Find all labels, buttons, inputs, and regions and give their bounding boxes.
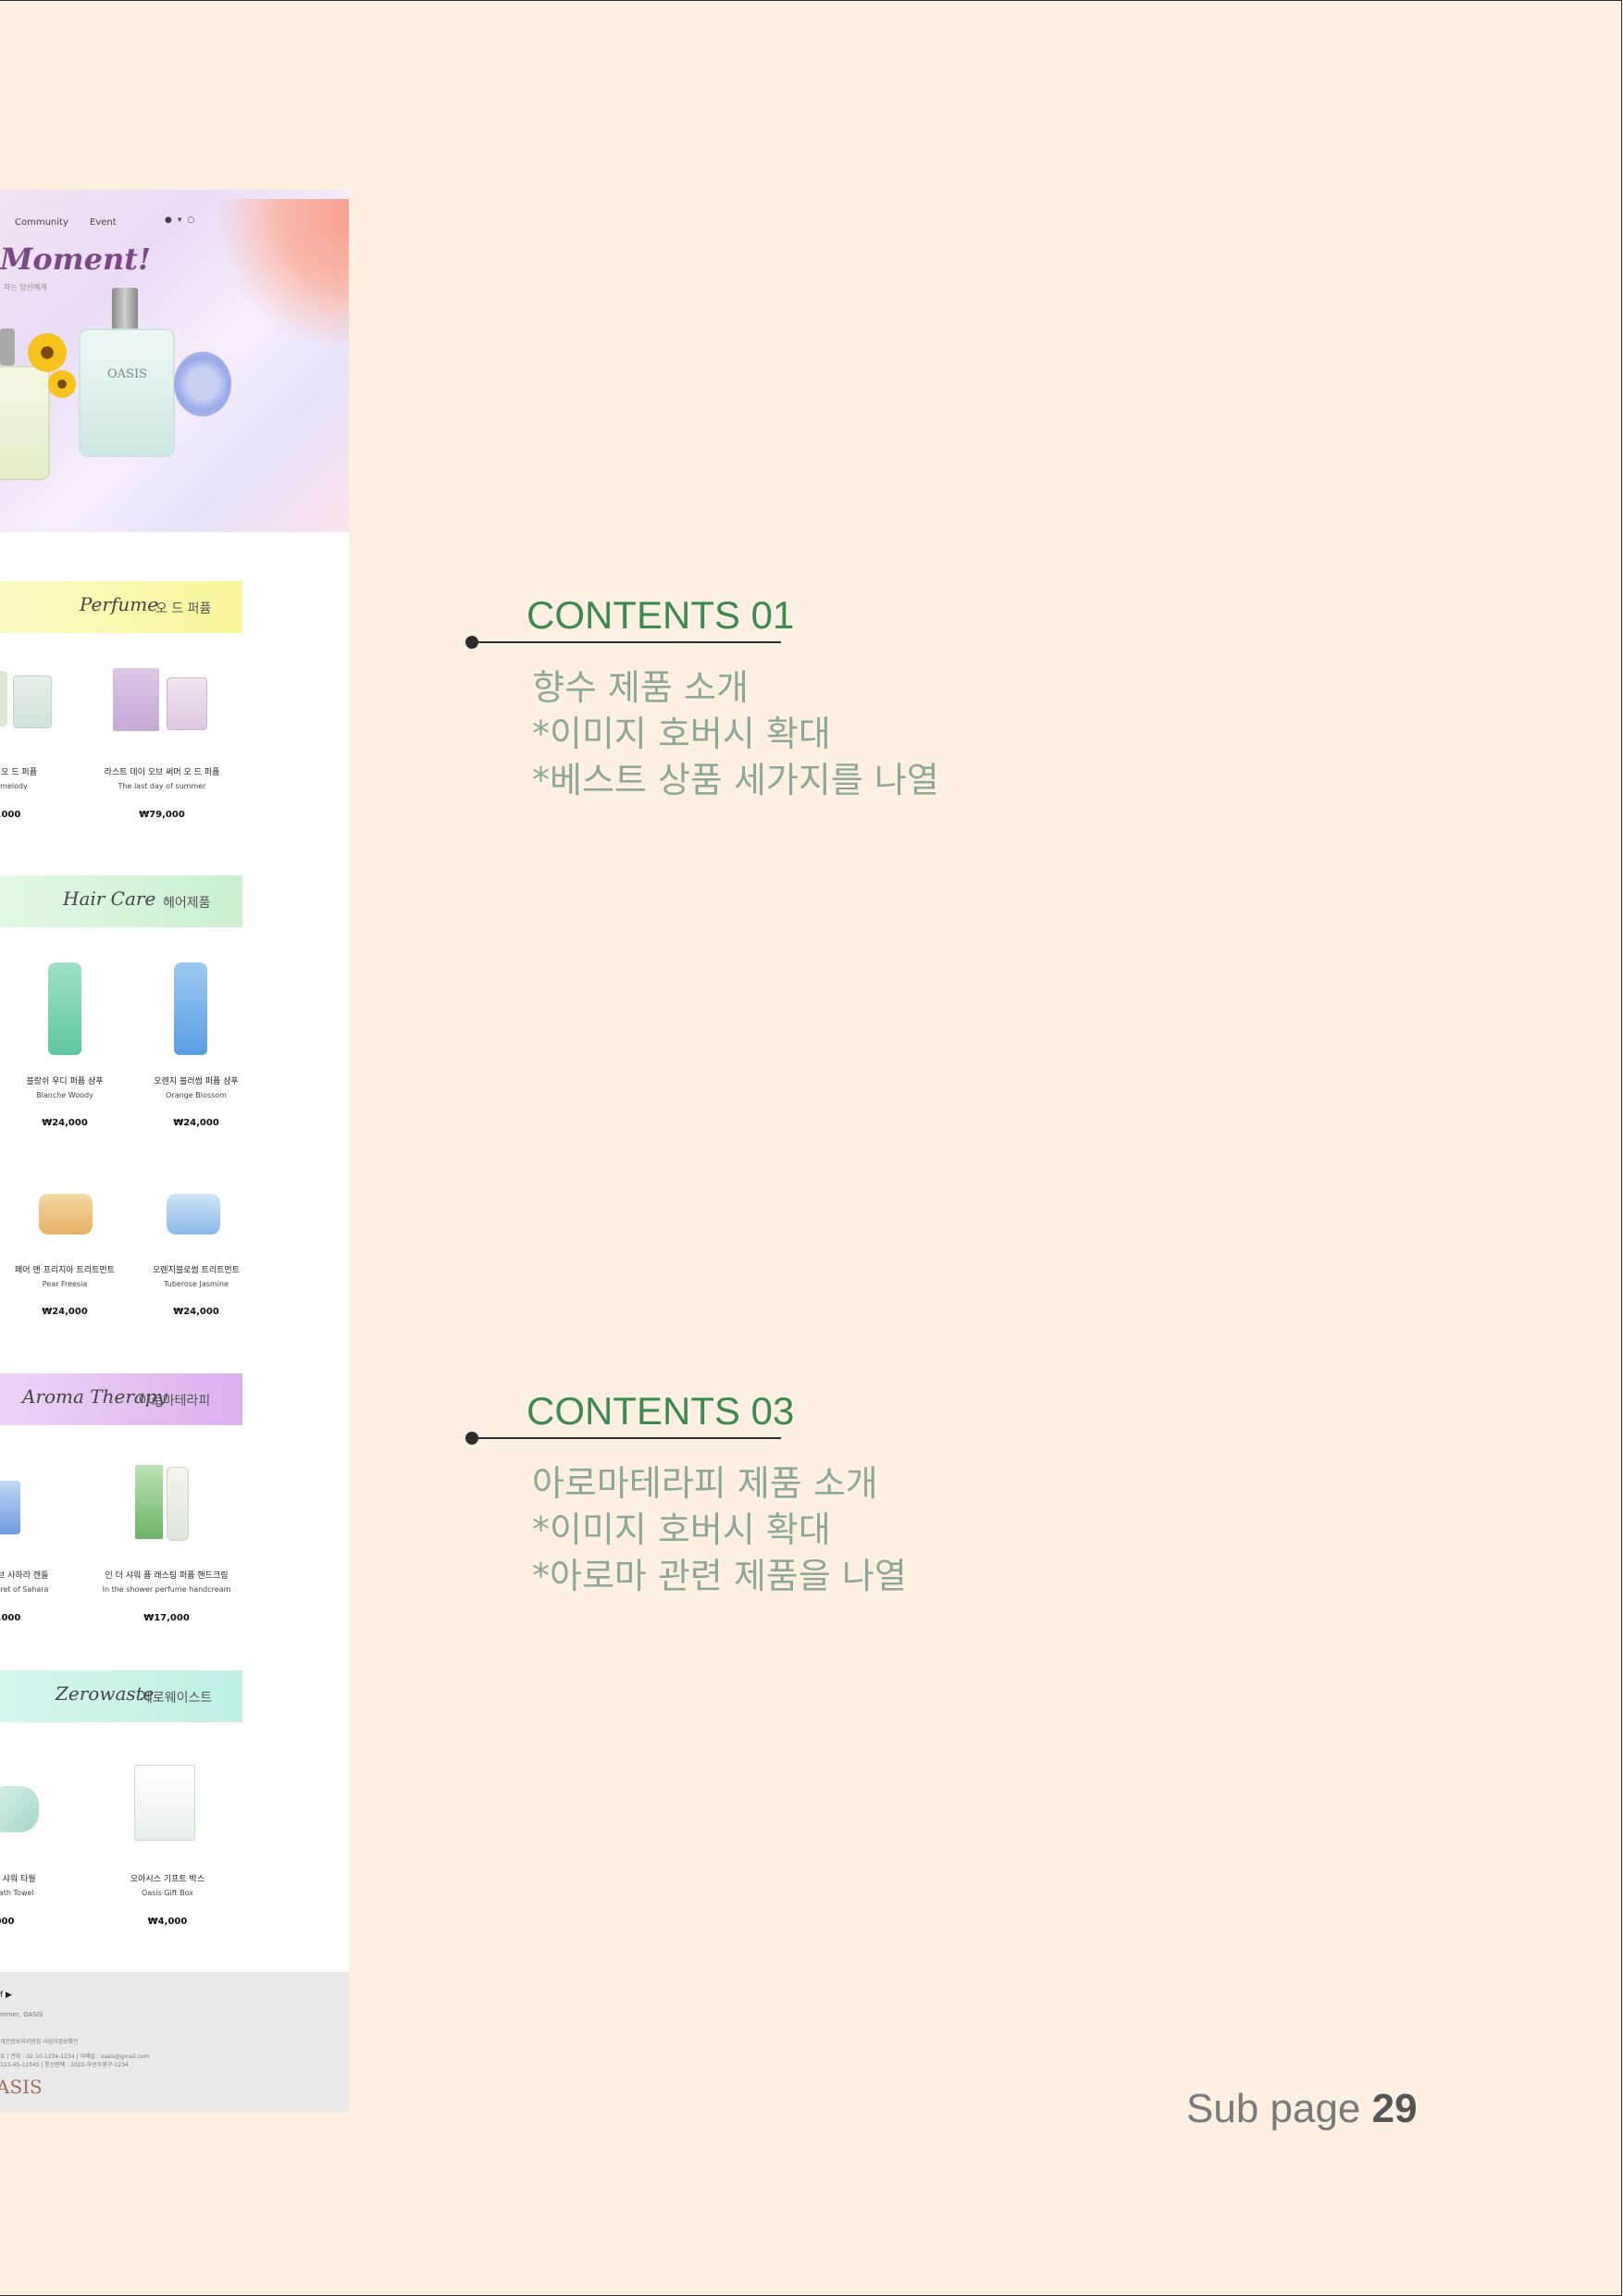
product-en-name: Blanche Woody xyxy=(36,1091,93,1099)
desc-line: 아로마테라피 제품 소개 xyxy=(532,1463,878,1504)
product-price: ₩79,000 xyxy=(139,810,185,820)
perfume-product-image[interactable] xyxy=(13,676,52,728)
product-price: ,000 xyxy=(0,810,21,820)
footer-logo: ASIS xyxy=(0,2076,43,2098)
treatment-jar-orange[interactable] xyxy=(39,1194,93,1235)
perfume-product-image[interactable] xyxy=(113,668,159,731)
product-price: ₩24,000 xyxy=(173,1307,219,1317)
aroma-label: 아로마테라피 xyxy=(139,1394,211,1409)
desc-line: *아로마 관련 제품을 나열 xyxy=(532,1556,907,1596)
product-en-name: Oasis Gift Box xyxy=(142,1889,193,1897)
product-en-name: r: Secret of Sahara xyxy=(0,1585,49,1594)
zerowaste-script: Zerowaste xyxy=(56,1682,155,1705)
product-name[interactable]: 페어 앤 프리지아 트리트먼트 xyxy=(5,1263,125,1275)
contents-03-desc: 아로마테라피 제품 소개 *이미지 호버시 확대 *아로마 관련 제품을 나열 xyxy=(532,1460,907,1599)
page-number-value: 29 xyxy=(1371,2086,1418,2131)
handcream-box[interactable] xyxy=(135,1465,163,1539)
shampoo-bottle-blue[interactable] xyxy=(174,962,207,1055)
shampoo-bottle-green[interactable] xyxy=(48,962,81,1055)
desc-line: *이미지 호버시 확대 xyxy=(532,1509,831,1550)
site-footer: f ▶ mmer, OASIS 개인정보처리방침 사업자정보확인 호 | 전화 … xyxy=(0,1972,349,2112)
candle-image[interactable] xyxy=(0,1481,20,1534)
product-en-name: The last day of summer xyxy=(118,782,206,790)
treatment-jar-blue[interactable] xyxy=(167,1194,220,1235)
bath-towel-image[interactable] xyxy=(0,1786,39,1832)
desc-line: 향수 제품 소개 xyxy=(532,667,749,708)
product-en-name: Pear Freesia xyxy=(42,1280,88,1288)
hydrangea xyxy=(174,352,231,416)
nav-community[interactable]: Community xyxy=(15,217,68,228)
desc-line: *베스트 상품 세가지를 나열 xyxy=(532,760,939,800)
haircare-section-band: Hair Care 헤어제품 xyxy=(0,875,242,927)
search-icon[interactable]: ○ xyxy=(187,216,200,225)
perfume-script: Perfume xyxy=(80,593,159,615)
desc-line: *이미지 호버시 확대 xyxy=(532,714,831,754)
perfume-bottle-center xyxy=(79,329,175,457)
product-name[interactable]: 블랑쉬 우디 퍼퓸 샴푸 xyxy=(5,1074,125,1086)
haircare-script: Hair Care xyxy=(63,887,156,910)
hero-title: Moment! xyxy=(0,242,152,277)
product-en-name: In the shower perfume handcream xyxy=(102,1585,231,1594)
perfume-section-band: Perfume 오 드 퍼퓸 xyxy=(0,581,242,633)
product-name[interactable]: 큰 샤워 타월 xyxy=(0,1872,74,1884)
product-price: ₩24,000 xyxy=(42,1118,88,1128)
footer-links[interactable]: 개인정보처리방침 사업자정보확인 xyxy=(0,2037,79,2045)
social-icons[interactable]: f ▶ xyxy=(0,1991,12,2000)
bottle-cap-left xyxy=(0,329,15,366)
product-name[interactable]: 오아시스 기프트 박스 xyxy=(107,1872,228,1884)
zerowaste-section-band: Zerowaste 제로웨이스트 xyxy=(0,1670,242,1722)
cart-icon[interactable]: ▾ xyxy=(178,216,188,225)
contents-01-desc: 향수 제품 소개 *이미지 호버시 확대 *베스트 상품 세가지를 나열 xyxy=(532,664,939,803)
product-price: 000 xyxy=(0,1917,15,1927)
perfume-label: 오 드 퍼퓸 xyxy=(155,602,212,616)
product-name[interactable]: 릿 오브 사하라 캔들 xyxy=(0,1569,74,1581)
product-name[interactable]: 오렌지블로썸 트리트먼트 xyxy=(136,1263,256,1275)
contents-01-title: CONTENTS 01 xyxy=(527,593,795,637)
nav-event[interactable]: Event xyxy=(90,217,117,228)
product-price: ₩24,000 xyxy=(42,1307,88,1317)
zerowaste-label: 제로웨이스트 xyxy=(141,1691,213,1706)
product-name[interactable]: 인 더 샤워 퓸 래스팅 퍼퓸 핸드크림 xyxy=(93,1569,241,1581)
gift-box-image[interactable] xyxy=(134,1765,195,1841)
product-en-name: Bath Towel xyxy=(0,1889,34,1897)
annotation-line xyxy=(472,1437,781,1439)
aroma-section-band: Aroma Therapy 아로마테라피 xyxy=(0,1373,242,1425)
footer-tagline: mmer, OASIS xyxy=(0,2011,43,2018)
page-prefix: Sub page xyxy=(1186,2086,1372,2131)
contents-03-title: CONTENTS 03 xyxy=(527,1389,795,1433)
hero-banner: Community Event ●▾○ Moment! 하는 당신에게 OASI… xyxy=(0,190,349,532)
sunflower xyxy=(28,333,67,372)
perfume-product-image[interactable] xyxy=(167,677,207,730)
product-name[interactable]: 오렌지 블러썸 퍼퓸 샴푸 xyxy=(136,1074,256,1086)
product-price: ₩24,000 xyxy=(173,1118,219,1128)
bottle-cap-center xyxy=(112,288,138,334)
product-en-name: melody xyxy=(0,782,28,790)
product-en-name: Orange Blossom xyxy=(166,1091,227,1099)
user-icon[interactable]: ● xyxy=(165,216,178,225)
footer-info: 호 | 전화 : 02-10-1234-1234 | 이메일 : oasis@g… xyxy=(0,2054,150,2060)
product-name[interactable]: 의 오 드 퍼퓸 xyxy=(0,765,74,777)
footer-info: 123-45-12345 | 통신판매 : 2022-부산수영구-1234 xyxy=(0,2062,129,2068)
website-mockup: Community Event ●▾○ Moment! 하는 당신에게 OASI… xyxy=(0,190,349,2112)
sunflower-small xyxy=(48,370,76,398)
product-name[interactable]: 라스트 데이 오브 써머 오 드 퍼퓸 xyxy=(102,765,222,777)
product-price: ₩17,000 xyxy=(143,1613,190,1623)
palm-leaf-decoration xyxy=(219,199,349,356)
perfume-product-image[interactable] xyxy=(0,671,7,726)
product-price: ,000 xyxy=(0,1613,21,1623)
handcream-tube[interactable] xyxy=(167,1467,189,1541)
product-price: ₩4,000 xyxy=(147,1917,188,1927)
nav-icons: ●▾○ xyxy=(165,216,200,225)
perfume-bottle-left xyxy=(0,366,50,480)
bottle-logo: OASIS xyxy=(107,367,147,381)
page-number: Sub page 29 xyxy=(1186,2086,1418,2132)
product-en-name: Tuberose Jasmine xyxy=(164,1280,229,1288)
haircare-label: 헤어제품 xyxy=(163,896,211,911)
hero-subtitle: 하는 당신에게 xyxy=(4,283,47,292)
annotation-line xyxy=(472,641,781,643)
